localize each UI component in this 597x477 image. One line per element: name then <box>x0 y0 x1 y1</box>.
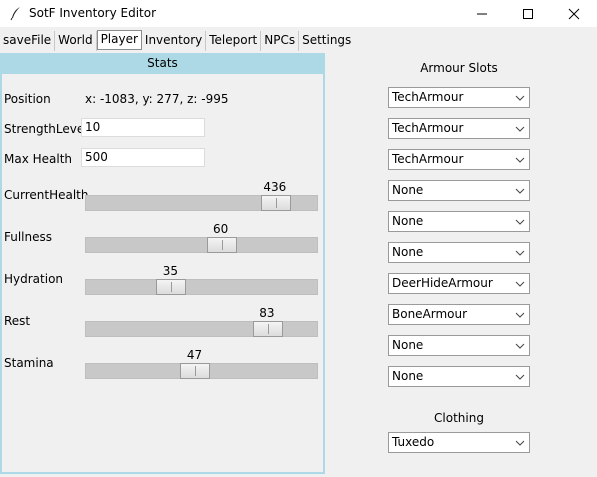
tab-npcs[interactable]: NPCs <box>261 31 300 51</box>
tab-bar: saveFile World Player Inventory Teleport… <box>0 30 354 51</box>
armour-slot-select[interactable]: TechArmour <box>388 87 530 108</box>
minimize-icon <box>477 13 487 14</box>
close-button[interactable] <box>551 0 597 27</box>
slider-label: Hydration <box>4 272 64 286</box>
armour-slot-value: DeerHideArmour <box>392 276 493 290</box>
slider-track[interactable] <box>85 237 318 253</box>
armour-slot-value: TechArmour <box>392 90 464 104</box>
armour-slot-value: None <box>392 183 424 197</box>
chevron-down-icon <box>515 95 525 101</box>
chevron-down-icon <box>515 343 525 349</box>
chevron-down-icon <box>515 312 525 318</box>
clothing-value: Tuxedo <box>392 435 435 449</box>
armour-slot-value: BoneArmour <box>392 307 468 321</box>
title-bar: SotF Inventory Editor <box>0 0 597 27</box>
chevron-down-icon <box>515 126 525 132</box>
slider-value: 436 <box>263 180 287 194</box>
chevron-down-icon <box>515 188 525 194</box>
max-health-label: Max Health <box>4 152 73 166</box>
slider-thumb[interactable] <box>180 363 211 379</box>
armour-slot-value: TechArmour <box>392 152 464 166</box>
slider-track[interactable] <box>85 279 318 295</box>
armour-slot-value: TechArmour <box>392 121 464 135</box>
chevron-down-icon <box>515 281 525 287</box>
slider-value: 47 <box>186 348 203 362</box>
clothing-title: Clothing <box>434 411 484 425</box>
armour-slot-value: None <box>392 369 424 383</box>
slider-label: Fullness <box>4 230 53 244</box>
slider-value: 83 <box>259 306 275 320</box>
maximize-icon <box>523 8 533 19</box>
chevron-down-icon <box>515 440 525 446</box>
armour-slot-select[interactable]: BoneArmour <box>388 304 530 325</box>
armour-slots-title: Armour Slots <box>420 61 498 75</box>
minimize-button[interactable] <box>459 0 505 27</box>
slider-label: Rest <box>4 314 31 328</box>
feather-icon <box>8 5 24 21</box>
slider-thumb[interactable] <box>206 237 237 253</box>
chevron-down-icon <box>515 219 525 225</box>
strength-level-input[interactable]: 10 <box>81 118 205 137</box>
position-label: Position <box>4 92 51 106</box>
tab-savefile[interactable]: saveFile <box>0 31 56 51</box>
slider-label: CurrentHealth <box>4 188 89 202</box>
chevron-down-icon <box>515 250 525 256</box>
slider-thumb[interactable] <box>252 321 283 337</box>
slider-label: Stamina <box>4 356 54 370</box>
chevron-down-icon <box>515 157 525 163</box>
slider-track[interactable] <box>85 321 318 337</box>
tab-inventory[interactable]: Inventory <box>142 31 207 51</box>
slider-track[interactable] <box>85 195 318 211</box>
close-icon <box>568 8 580 19</box>
armour-slot-value: None <box>392 214 424 228</box>
armour-slot-select[interactable]: None <box>388 366 530 387</box>
slider-value: 60 <box>212 222 229 236</box>
position-value: x: -1083, y: 277, z: -995 <box>85 92 229 106</box>
armour-slot-select[interactable]: None <box>388 242 530 263</box>
tab-teleport[interactable]: Teleport <box>206 31 262 51</box>
clothing-select[interactable]: Tuxedo <box>388 432 530 453</box>
strength-level-label: StrengthLevel <box>4 122 88 136</box>
armour-slot-select[interactable]: TechArmour <box>388 118 530 139</box>
tab-settings[interactable]: Settings <box>299 31 354 51</box>
tab-world[interactable]: World <box>55 31 97 51</box>
armour-slot-value: None <box>392 245 424 259</box>
slider-value: 35 <box>162 264 178 278</box>
armour-slot-select[interactable]: None <box>388 335 530 356</box>
slider-thumb[interactable] <box>156 279 187 295</box>
armour-slot-select[interactable]: None <box>388 180 530 201</box>
stats-header: Stats <box>0 53 325 74</box>
maximize-button[interactable] <box>505 0 551 27</box>
slider-thumb[interactable] <box>260 195 291 211</box>
armour-slot-select[interactable]: TechArmour <box>388 149 530 170</box>
slider-track[interactable] <box>85 363 318 379</box>
armour-slot-select[interactable]: None <box>388 211 530 232</box>
window-title: SotF Inventory Editor <box>29 6 157 20</box>
chevron-down-icon <box>515 374 525 380</box>
max-health-input[interactable]: 500 <box>81 148 205 167</box>
armour-slot-select[interactable]: DeerHideArmour <box>388 273 530 294</box>
tab-player[interactable]: Player <box>96 30 142 50</box>
armour-slot-value: None <box>392 338 424 352</box>
